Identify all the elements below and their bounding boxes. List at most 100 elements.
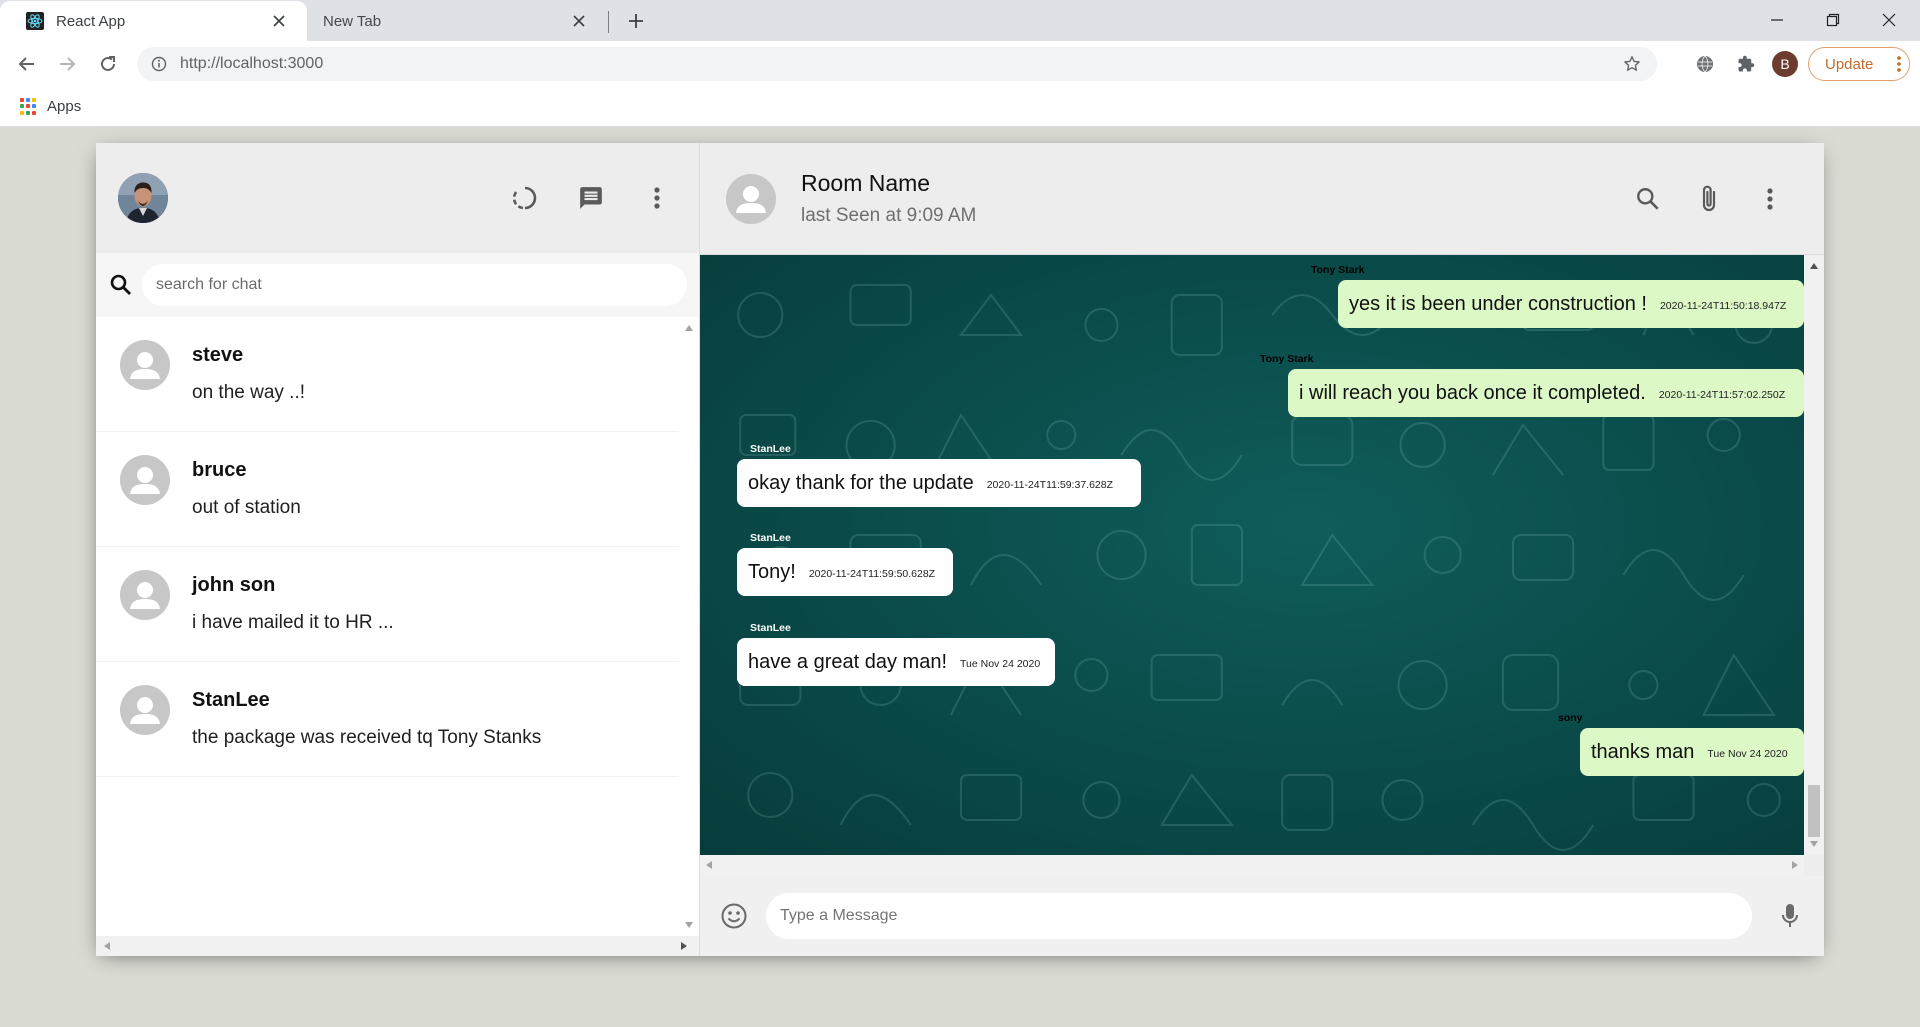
- chat-last-message: the package was received tq Tony Stanks: [192, 727, 542, 748]
- more-vertical-icon[interactable]: [1750, 179, 1790, 219]
- room-name: Room Name: [801, 170, 931, 196]
- avatar: [120, 340, 170, 390]
- react-icon: [25, 11, 45, 31]
- message-input[interactable]: [780, 907, 1752, 925]
- search-icon[interactable]: [1628, 179, 1668, 219]
- scrollbar-thumb[interactable]: [1808, 785, 1820, 837]
- chat-vertical-scrollbar[interactable]: [1804, 255, 1824, 855]
- message-text: thanks man: [1591, 740, 1695, 763]
- sidebar-header: [96, 143, 699, 253]
- bookmark-star-icon[interactable]: [1621, 53, 1643, 75]
- extension-globe-icon[interactable]: [1693, 52, 1717, 76]
- tab-react-app[interactable]: React App: [0, 1, 307, 41]
- tab-new-tab[interactable]: New Tab: [307, 1, 607, 41]
- person-icon: [130, 352, 160, 379]
- address-bar[interactable]: http://localhost:3000: [137, 47, 1657, 81]
- chat-body[interactable]: Tony Stark yes it is been under construc…: [700, 255, 1804, 855]
- reload-icon[interactable]: [96, 52, 120, 76]
- message-text: have a great day man!: [748, 650, 948, 673]
- message-timestamp: Tue Nov 24 2020: [960, 658, 1041, 670]
- close-icon[interactable]: [569, 11, 589, 31]
- chat-name: StanLee: [192, 689, 270, 711]
- chat-item-bruce[interactable]: bruce out of station: [96, 432, 679, 547]
- update-label: Update: [1825, 55, 1874, 73]
- browser-tab-strip: React App New Tab: [0, 0, 1920, 41]
- message-timestamp: 2020-11-24T11:59:37.628Z: [986, 479, 1114, 491]
- back-arrow-icon[interactable]: [15, 52, 39, 76]
- message-bubble: have a great day man! Tue Nov 24 2020: [737, 638, 1055, 686]
- close-icon[interactable]: [269, 11, 289, 31]
- message-bubble: yes it is been under construction ! 2020…: [1338, 280, 1804, 328]
- more-vertical-icon[interactable]: [1897, 56, 1901, 76]
- search-icon: [106, 270, 136, 300]
- forward-arrow-icon[interactable]: [55, 52, 79, 76]
- new-tab-plus-icon[interactable]: [624, 9, 648, 33]
- bookmark-apps[interactable]: Apps: [47, 98, 81, 115]
- message-sender: StanLee: [750, 622, 791, 634]
- chat-last-message: out of station: [192, 497, 301, 518]
- message-sender: sony: [1558, 712, 1583, 724]
- chat-name: john son: [192, 574, 276, 596]
- chat-last-message: i have mailed it to HR ...: [192, 612, 394, 633]
- scroll-down-icon: [685, 922, 693, 928]
- scroll-right-icon: [681, 942, 687, 950]
- emoji-icon[interactable]: [714, 896, 754, 936]
- avatar[interactable]: [118, 173, 168, 223]
- chat-body-container: Tony Stark yes it is been under construc…: [700, 255, 1824, 876]
- avatar: [120, 455, 170, 505]
- message-text: i will reach you back once it completed.: [1299, 381, 1646, 404]
- tab-divider: [608, 11, 609, 33]
- message-bubble: okay thank for the update 2020-11-24T11:…: [737, 459, 1141, 507]
- message-text: Tony!: [748, 560, 796, 583]
- info-icon[interactable]: [150, 55, 168, 73]
- person-icon: [130, 697, 160, 724]
- chat-footer: [700, 876, 1824, 956]
- microphone-icon[interactable]: [1770, 896, 1810, 936]
- chat-item-steve[interactable]: steve on the way ..!: [96, 317, 679, 432]
- scroll-up-icon: [685, 325, 693, 331]
- restore-icon[interactable]: [1819, 6, 1847, 34]
- new-chat-icon[interactable]: [571, 178, 611, 218]
- window-close-icon[interactable]: [1875, 6, 1903, 34]
- tab-title: React App: [56, 12, 126, 30]
- chat-last-message: on the way ..!: [192, 382, 306, 403]
- message-timestamp: 2020-11-24T11:59:50.628Z: [808, 568, 936, 580]
- avatar: [120, 570, 170, 620]
- profile-avatar[interactable]: B: [1772, 51, 1798, 77]
- tab-title: New Tab: [323, 12, 382, 30]
- more-vertical-icon[interactable]: [637, 178, 677, 218]
- chat-app: steve on the way ..! bruce out of statio…: [96, 143, 1824, 956]
- update-button[interactable]: Update: [1808, 47, 1910, 81]
- message-field[interactable]: [766, 893, 1752, 939]
- scroll-up-icon: [1810, 263, 1818, 269]
- url-text[interactable]: http://localhost:3000: [180, 55, 1621, 73]
- bookmarks-bar: Apps: [0, 87, 1920, 127]
- last-seen: last Seen at 9:09 AM: [801, 205, 977, 226]
- sidebar-horizontal-scrollbar[interactable]: [96, 936, 699, 956]
- message-timestamp: 2020-11-24T11:50:18.947Z: [1659, 300, 1787, 312]
- scroll-left-icon: [104, 942, 110, 950]
- message-text: okay thank for the update: [748, 471, 974, 494]
- message-bubble: thanks man Tue Nov 24 2020: [1580, 728, 1804, 776]
- search-input[interactable]: [156, 276, 687, 294]
- avatar[interactable]: [726, 173, 776, 224]
- message-timestamp: Tue Nov 24 2020: [1707, 748, 1788, 760]
- chat-item-stanlee[interactable]: StanLee the package was received tq Tony…: [96, 662, 679, 777]
- apps-grid-icon[interactable]: [20, 97, 38, 116]
- message-bubble: Tony! 2020-11-24T11:59:50.628Z: [737, 548, 953, 596]
- scroll-down-icon: [1810, 841, 1818, 847]
- message-bubble: i will reach you back once it completed.…: [1288, 369, 1804, 417]
- status-icon[interactable]: [505, 178, 545, 218]
- browser-toolbar: http://localhost:3000 B Update: [0, 41, 1920, 87]
- chat-item-john-son[interactable]: john son i have mailed it to HR ...: [96, 547, 679, 662]
- extensions-puzzle-icon[interactable]: [1734, 52, 1758, 76]
- person-icon: [130, 582, 160, 609]
- minimize-icon[interactable]: [1763, 6, 1791, 34]
- chat-horizontal-scrollbar[interactable]: [700, 855, 1804, 876]
- search-field[interactable]: [142, 264, 687, 306]
- message-sender: StanLee: [750, 443, 791, 455]
- message-timestamp: 2020-11-24T11:57:02.250Z: [1658, 389, 1786, 401]
- search-container: [96, 253, 699, 317]
- attach-file-icon[interactable]: [1689, 179, 1729, 219]
- sidebar-vertical-scrollbar[interactable]: [679, 317, 699, 936]
